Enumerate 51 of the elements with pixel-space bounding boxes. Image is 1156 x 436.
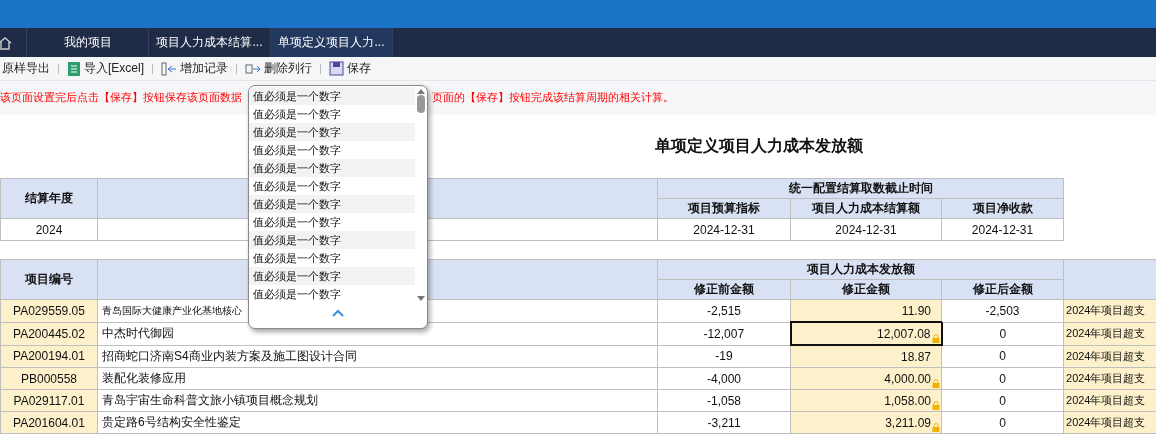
dropdown-item[interactable]: 值必须是一个数字: [249, 267, 415, 285]
toolbar-button[interactable]: 保存: [327, 60, 373, 77]
dropdown-item[interactable]: 值必须是一个数字: [249, 231, 415, 249]
dropdown-item[interactable]: 值必须是一个数字: [249, 159, 415, 177]
table-cell: 2024-12-31: [790, 218, 942, 241]
table-cell: -19: [657, 345, 791, 368]
table-cell: PA201604.01: [0, 411, 98, 434]
table-cell: 贵定路6号结构安全性鉴定: [97, 411, 658, 434]
spreadsheet-icon: [67, 60, 81, 77]
column-header: 结算年度: [0, 178, 98, 219]
table-cell: -12,007: [657, 322, 791, 345]
input-cell[interactable]: 3,211.09: [790, 411, 942, 434]
table-cell: -2,503: [941, 299, 1064, 322]
table-cell: 青岛宇宙生命科普文旅小镇项目概念规划: [97, 389, 658, 412]
table-cell: PA200445.02: [0, 322, 98, 345]
dropdown-item[interactable]: 值必须是一个数字: [249, 123, 415, 141]
nav-tab[interactable]: 单项定义项目人力...: [271, 28, 393, 57]
scroll-up-icon[interactable]: [416, 87, 426, 95]
table-cell: 招商蛇口济南S4商业内装方案及施工图设计合同: [97, 345, 658, 368]
input-cell[interactable]: 18.87: [790, 345, 942, 368]
toolbar-button[interactable]: 导入[Excel]: [65, 60, 146, 77]
table-cell: 装配化装修应用: [97, 367, 658, 390]
save-icon: [329, 61, 344, 76]
dropdown-item[interactable]: 值必须是一个数字: [249, 195, 415, 213]
page-title: 单项定义项目人力成本发放额: [655, 136, 863, 156]
table-cell: PA200194.01: [0, 345, 98, 368]
scrollbar-thumb[interactable]: [417, 95, 425, 113]
chevron-up-icon[interactable]: [332, 309, 344, 317]
column-header: 项目人力成本发放额: [657, 259, 1064, 280]
toolbar-button[interactable]: 增加记录: [159, 60, 230, 77]
input-cell[interactable]: 1,058.00: [790, 389, 942, 412]
column-header: 项目编号: [0, 259, 98, 300]
table-cell: PB000558: [0, 367, 98, 390]
table-cell: 2024: [0, 218, 98, 241]
scroll-down-icon[interactable]: [416, 295, 426, 303]
input-cell[interactable]: 12,007.08: [790, 322, 942, 345]
column-header: 统一配置结算取数截止时间: [657, 178, 1064, 199]
input-cell[interactable]: 4,000.00: [790, 367, 942, 390]
table-cell: -2,515: [657, 299, 791, 322]
toolbar-button[interactable]: 原样导出: [0, 60, 52, 77]
table-cell: 0: [941, 345, 1064, 368]
toolbar-button[interactable]: 删除列行: [243, 60, 314, 77]
table-cell: 0: [941, 322, 1064, 345]
home-icon: [0, 35, 12, 50]
table-cell: PA029117.01: [0, 389, 98, 412]
add-row-icon: [161, 61, 177, 76]
notice-text: 该页面设置完后点击【保存】按钮保存该页面数据: [0, 91, 243, 105]
remove-row-icon: [245, 61, 261, 76]
table-cell: PA029559.05: [0, 299, 98, 322]
dropdown-item[interactable]: 值必须是一个数字: [249, 87, 415, 105]
notice-text: 页面的【保存】按钮完成该结算周期的相关计算。: [432, 91, 674, 105]
